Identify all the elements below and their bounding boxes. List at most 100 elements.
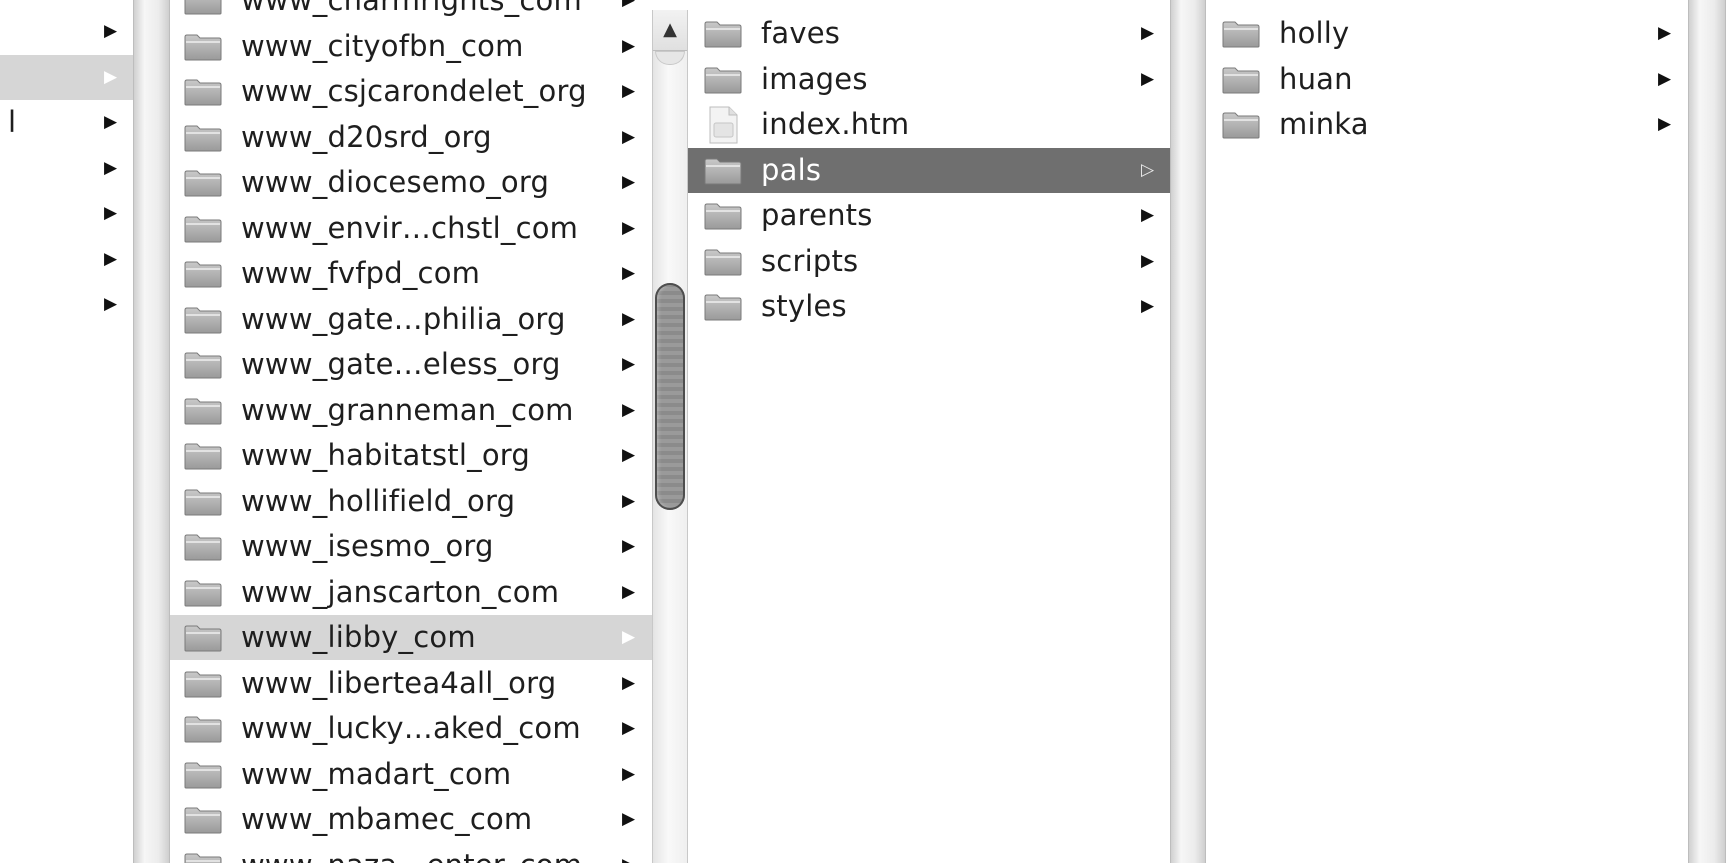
disclosure-arrow-icon: ▶: [622, 35, 636, 56]
list-item-www-naza-enter-com[interactable]: www_naza…enter_com ▶: [170, 843, 652, 863]
scroll-thumb[interactable]: [655, 283, 685, 510]
list-item-item-1[interactable]: ▶: [0, 54, 133, 100]
list-item-www-janscarton-com[interactable]: www_janscarton_com ▶: [170, 570, 652, 615]
column-2-scrollbar[interactable]: ▲: [652, 10, 688, 863]
disclosure-arrow-icon: ▶: [622, 308, 636, 329]
list-item-scripts[interactable]: scripts ▶: [688, 239, 1170, 284]
item-label: www_granneman_com: [241, 392, 574, 427]
list-item-www-fvfpd-com[interactable]: www_fvfpd_com ▶: [170, 251, 652, 296]
disclosure-arrow-icon: ▶: [104, 157, 118, 178]
list-item-www-isesmo-org[interactable]: www_isesmo_org ▶: [170, 524, 652, 569]
list-item-www-mbamec-com[interactable]: www_mbamec_com ▶: [170, 797, 652, 842]
disclosure-arrow-icon: ▶: [622, 627, 636, 647]
list-item-item-5[interactable]: ▶: [0, 237, 133, 282]
item-label: holly: [1279, 16, 1350, 50]
column-4[interactable]: holly ▶ huan ▶ minka ▶: [1206, 0, 1688, 863]
disclosure-arrow-icon: ▶: [622, 263, 636, 283]
item-label: www_csjcarondelet_org: [241, 74, 587, 108]
list-item-www-hollifield-org[interactable]: www_hollifield_org ▶: [170, 479, 652, 524]
disclosure-arrow-icon: ▶: [622, 0, 636, 10]
list-item-styles[interactable]: styles ▶: [688, 284, 1170, 329]
folder-icon: [1222, 20, 1260, 48]
list-item-holly[interactable]: holly ▶: [1206, 11, 1688, 56]
list-item-item-4[interactable]: ▶: [0, 191, 133, 236]
item-label: minka: [1279, 107, 1369, 141]
disclosure-arrow-icon: ▶: [1658, 68, 1672, 89]
column-divider-1[interactable]: [133, 0, 170, 863]
list-item-faves[interactable]: faves ▶: [688, 11, 1170, 56]
list-item-www-cityofbn-com[interactable]: www_cityofbn_com ▶: [170, 24, 652, 69]
list-item-huan[interactable]: huan ▶: [1206, 57, 1688, 102]
item-label: www_hollifield_org: [241, 483, 516, 518]
scroll-track-cap: [655, 51, 685, 65]
disclosure-arrow-icon: ▶: [622, 399, 636, 420]
item-label: www_d20srd_org: [241, 119, 492, 154]
folder-icon: [184, 624, 222, 652]
disclosure-arrow-icon: ▶: [1658, 114, 1672, 134]
item-label: www_diocesemo_org: [241, 165, 550, 199]
folder-icon: [184, 670, 222, 698]
list-item-www-gate-philia-org[interactable]: www_gate…philia_org ▶: [170, 297, 652, 342]
list-item-www-madart-com[interactable]: www_madart_com ▶: [170, 752, 652, 797]
list-item-www-libby-com[interactable]: www_libby_com ▶: [170, 615, 652, 660]
list-item-index-htm[interactable]: index.htm: [688, 102, 1170, 147]
disclosure-arrow-icon: ▶: [622, 672, 636, 693]
folder-icon: [184, 488, 222, 516]
folder-icon: [184, 852, 222, 863]
item-label: index.htm: [761, 107, 910, 141]
disclosure-arrow-icon: ▶: [622, 217, 636, 238]
disclosure-arrow-icon: ▶: [1141, 23, 1155, 43]
list-item-www-granneman-com[interactable]: www_granneman_com ▶: [170, 388, 652, 433]
list-item-www-csjcarondelet-org[interactable]: www_csjcarondelet_org ▶: [170, 69, 652, 114]
disclosure-arrow-icon: ▶: [622, 763, 636, 784]
list-item-www-lucky-aked-com[interactable]: www_lucky…aked_com ▶: [170, 706, 652, 751]
disclosure-arrow-icon: ▶: [622, 536, 636, 556]
column-2[interactable]: www_charmrights_com ▶ www_cityofbn_com ▶ www…: [170, 0, 652, 863]
folder-icon: [184, 806, 222, 834]
item-label: huan: [1279, 61, 1353, 96]
folder-icon: [184, 260, 222, 288]
disclosure-arrow-icon: ▶: [104, 21, 118, 41]
disclosure-arrow-icon: ▶: [622, 809, 636, 829]
folder-icon: [184, 397, 222, 425]
list-item-pals[interactable]: pals ▷: [688, 147, 1170, 193]
column-divider-3[interactable]: [1170, 0, 1206, 863]
item-label: www_madart_com: [241, 756, 512, 791]
column-1[interactable]: ▶ ▶ l ▶ ▶ ▶ ▶ ▶: [0, 0, 133, 863]
item-label: pals: [761, 152, 822, 187]
list-item-images[interactable]: images ▶: [688, 57, 1170, 102]
folder-icon: [184, 533, 222, 561]
folder-icon: [1222, 111, 1260, 139]
disclosure-arrow-icon: ▷: [1141, 159, 1155, 180]
list-item-www-d20srd-org[interactable]: www_d20srd_org ▶: [170, 115, 652, 160]
scroll-up-arrow[interactable]: ▲: [653, 10, 687, 51]
folder-icon: [184, 761, 222, 789]
list-item-www-gate-eless-org[interactable]: www_gate…eless_org ▶: [170, 342, 652, 387]
list-item-www-charmrights-com[interactable]: www_charmrights_com ▶: [170, 0, 652, 23]
list-item-l[interactable]: l ▶: [0, 100, 133, 145]
disclosure-arrow-icon: ▶: [104, 294, 118, 314]
column-divider-4[interactable]: [1688, 0, 1726, 863]
disclosure-arrow-icon: ▶: [622, 718, 636, 738]
list-item-item-0[interactable]: ▶: [0, 9, 133, 54]
disclosure-arrow-icon: ▶: [622, 445, 636, 465]
disclosure-arrow-icon: ▶: [104, 112, 118, 132]
item-label: parents: [761, 198, 873, 232]
list-item-item-3[interactable]: ▶: [0, 146, 133, 191]
column-3[interactable]: faves ▶ images ▶ index.htm pals ▷ parents ▶ scrip…: [688, 0, 1170, 863]
folder-icon: [184, 579, 222, 607]
list-item-item-6[interactable]: ▶: [0, 282, 133, 327]
item-label: www_fvfpd_com: [241, 256, 481, 290]
disclosure-arrow-icon: ▶: [1658, 23, 1672, 43]
folder-icon: [184, 78, 222, 106]
folder-icon: [184, 33, 222, 61]
list-item-www-libertea4all-org[interactable]: www_libertea4all_org ▶: [170, 661, 652, 706]
list-item-minka[interactable]: minka ▶: [1206, 102, 1688, 147]
list-item-www-envir-chstl-com[interactable]: www_envir…chstl_com ▶: [170, 206, 652, 251]
list-item-parents[interactable]: parents ▶: [688, 193, 1170, 238]
folder-icon: [704, 20, 742, 48]
folder-icon: [704, 66, 742, 94]
list-item-www-diocesemo-org[interactable]: www_diocesemo_org ▶: [170, 160, 652, 205]
list-item-www-habitatstl-org[interactable]: www_habitatstl_org ▶: [170, 433, 652, 478]
disclosure-arrow-icon: ▶: [104, 248, 118, 269]
